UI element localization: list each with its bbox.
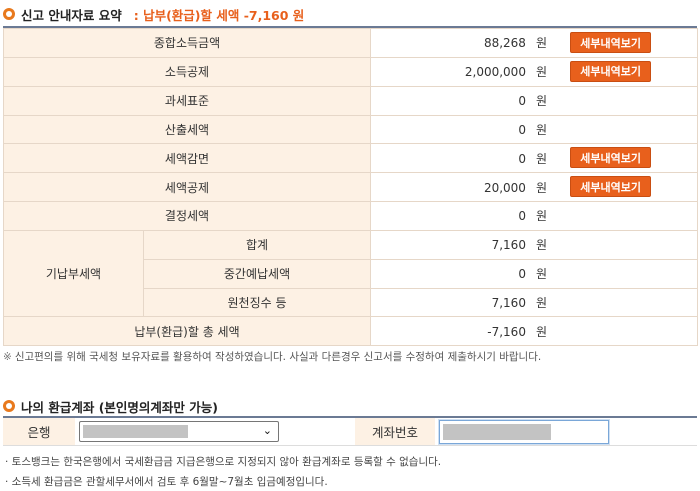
row-label: 원천징수 등 <box>143 287 371 318</box>
row-label: 중간예납세액 <box>143 258 371 289</box>
view-details-button[interactable]: 세부내역보기 <box>570 60 651 82</box>
currency-unit: 원 <box>535 267 547 282</box>
table-row: 종합소득금액 88,268 원 세부내역보기 <box>3 28 698 58</box>
amount-cell: 7,160 원 <box>370 287 698 318</box>
total-row: 납부(환급)할 총 세액 -7,160 원 <box>3 316 698 347</box>
amount-cell: 7,160 원 <box>370 229 698 260</box>
amount-cell: 0원 <box>370 85 698 116</box>
amount-cell: 0원 <box>370 258 698 289</box>
view-details-button[interactable]: 세부내역보기 <box>570 32 651 53</box>
account-number-label: 계좌번호 <box>355 418 435 445</box>
amount-cell: 0원 <box>370 114 698 145</box>
currency-unit: 원 <box>535 36 547 51</box>
row-label: 세액공제 <box>3 172 371 203</box>
reference-mark-icon: ※ <box>3 350 12 363</box>
amount-cell: 88,268 원 세부내역보기 <box>370 28 698 58</box>
bank-select-value <box>83 425 188 438</box>
row-label: 종합소득금액 <box>3 28 371 58</box>
amount-value: 2,000,000 <box>464 65 526 80</box>
table-row: 세액공제 20,000 원 세부내역보기 <box>3 172 698 203</box>
amount-cell: 20,000 원 세부내역보기 <box>370 172 698 203</box>
account-number-input[interactable] <box>439 419 609 444</box>
currency-unit: 원 <box>535 122 547 137</box>
notice-text: 신고편의를 위해 국세청 보유자료를 활용하여 작성하였습니다. 사실과 다른경… <box>14 351 542 363</box>
currency-unit: 원 <box>535 209 547 224</box>
currency-unit: 원 <box>535 324 547 339</box>
amount-value: 0 <box>518 209 526 224</box>
amount-value: 0 <box>518 151 526 166</box>
summary-title: 신고 안내자료 요약 <box>21 7 122 23</box>
account-number-value <box>443 423 551 440</box>
refund-account-row: 은행 ⌄ 계좌번호 <box>3 418 697 446</box>
table-row: 세액감면 0 원 세부내역보기 <box>3 143 698 174</box>
account-note-2: · 소득세 환급금은 관할세무서에서 검토 후 6월말~7월초 입금예정입니다. <box>5 476 328 488</box>
bank-label: 은행 <box>3 418 75 445</box>
amount-value: 0 <box>518 267 526 282</box>
table-row: 소득공제 2,000,000 원 세부내역보기 <box>3 56 698 87</box>
chevron-down-icon: ⌄ <box>262 424 272 437</box>
table-row: 결정세액 0 원 <box>3 201 698 231</box>
amount-value: 0 <box>518 122 526 137</box>
row-label: 과세표준 <box>3 85 371 116</box>
prepaid-group-label: 기납부세액 <box>3 229 144 318</box>
amount-cell: 2,000,000 원 세부내역보기 <box>370 56 698 87</box>
section-bullet-icon <box>3 400 15 412</box>
section-bullet-icon <box>3 8 15 20</box>
amount-cell: -7,160 원 <box>370 316 698 347</box>
currency-unit: 원 <box>535 94 547 109</box>
row-label: 결정세액 <box>3 201 371 231</box>
table-row: 기납부세액 합계 7,160 원 <box>3 229 698 318</box>
amount-cell: 0원 <box>370 201 698 231</box>
currency-unit: 원 <box>535 65 547 80</box>
amount-value: 7,160 <box>491 296 526 311</box>
account-title: 나의 환급계좌 (본인명의계좌만 가능) <box>21 399 218 415</box>
row-label: 소득공제 <box>3 56 371 87</box>
view-details-button[interactable]: 세부내역보기 <box>570 176 651 198</box>
row-label: 산출세액 <box>3 114 371 145</box>
currency-unit: 원 <box>535 238 547 253</box>
bank-select[interactable]: ⌄ <box>79 421 279 442</box>
table-row: 과세표준 0 원 <box>3 85 698 116</box>
summary-amount: : 납부(환급)할 세액 -7,160 원 <box>133 7 305 23</box>
table-row: 산출세액 0 원 <box>3 114 698 145</box>
amount-value: 20,000 <box>483 180 526 195</box>
account-section-title: 나의 환급계좌 (본인명의계좌만 가능) <box>3 396 218 416</box>
data-source-notice: ※ 신고편의를 위해 국세청 보유자료를 활용하여 작성하였습니다. 사실과 다… <box>3 349 541 364</box>
account-note-1: · 토스뱅크는 한국은행에서 국세환급금 지급은행으로 지정되지 않아 환급계좌… <box>5 456 442 468</box>
total-label: 납부(환급)할 총 세액 <box>3 316 371 347</box>
amount-value: 88,268 <box>483 36 526 51</box>
row-label: 합계 <box>143 229 371 260</box>
summary-section-title: 신고 안내자료 요약 : 납부(환급)할 세액 -7,160 원 <box>3 4 304 24</box>
currency-unit: 원 <box>535 180 547 195</box>
amount-cell: 0 원 세부내역보기 <box>370 143 698 174</box>
amount-value: 0 <box>518 94 526 109</box>
row-label: 세액감면 <box>3 143 371 174</box>
amount-value: 7,160 <box>491 238 526 253</box>
view-details-button[interactable]: 세부내역보기 <box>570 147 651 169</box>
currency-unit: 원 <box>535 151 547 166</box>
amount-value: -7,160 <box>487 324 526 339</box>
currency-unit: 원 <box>535 296 547 311</box>
summary-table: 종합소득금액 88,268 원 세부내역보기 소득공제 2,000,000 원 세부내역보기 과… <box>3 28 698 347</box>
